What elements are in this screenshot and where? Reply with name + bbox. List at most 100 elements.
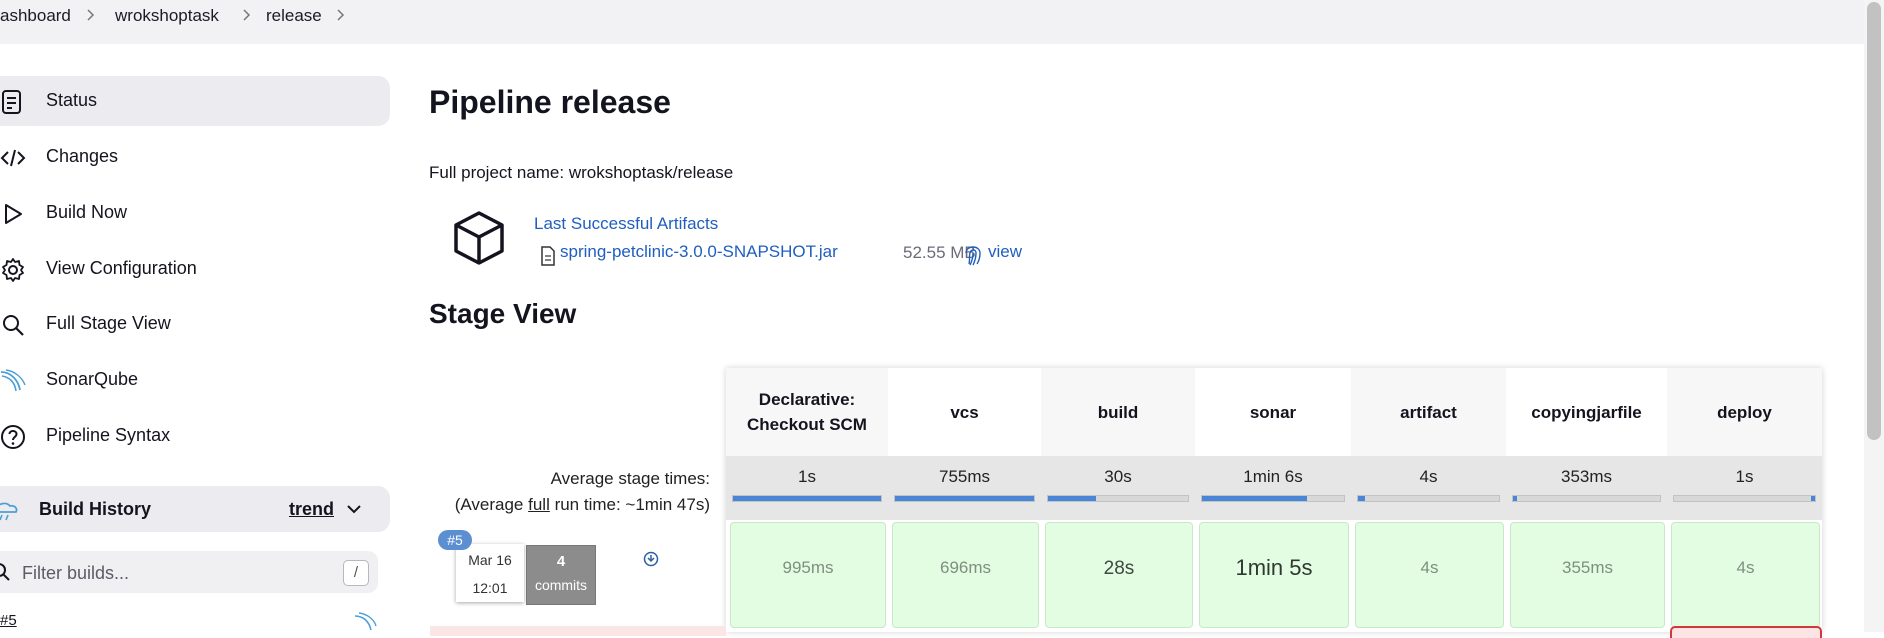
stage-avg-progress [1512,495,1661,502]
stage-avg-progress-fill [733,496,881,501]
sidebar-item-sonarqube[interactable]: SonarQube [0,355,390,405]
stage-avg-cell: 1s [726,456,888,520]
stage-header-copyingjarfile: copyingjarfile [1506,368,1667,456]
sidebar-item-build-now[interactable]: Build Now [0,188,390,238]
stage-avg-progress [894,495,1035,502]
artifact-file-link[interactable]: spring-petclinic-3.0.0-SNAPSHOT.jar [560,242,838,262]
build-history-title: Build History [39,499,152,519]
fingerprint-icon [963,244,983,266]
gear-icon [0,257,26,283]
stage-run-cell[interactable]: 28s [1045,522,1193,628]
scrollbar-thumb[interactable] [1867,2,1881,440]
sidebar-item-label: Pipeline Syntax [46,425,171,445]
full-project-name: Full project name: wrokshoptask/release [429,163,734,182]
sidebar-item-label: View Configuration [46,258,197,278]
chevron-right-icon [86,6,96,24]
stage-avg-progress [1047,495,1189,502]
avg-label-prefix: (Average [454,495,529,514]
next-build-row [430,626,726,636]
trend-link[interactable]: trend [289,499,334,520]
fingerprint-view-link[interactable]: view [988,242,1022,262]
build-history-item[interactable]: #5 [0,612,17,629]
package-icon [452,210,506,266]
breadcrumb-release[interactable]: release [266,6,322,26]
stage-header-artifact: artifact [1351,368,1506,456]
chevron-down-icon[interactable] [345,502,363,516]
stage-header-sonar: sonar [1195,368,1351,456]
stage-run-cell[interactable]: 696ms [892,522,1039,628]
stage-avg-cell: 755ms [888,456,1041,520]
stage-avg-time: 1min 6s [1243,467,1303,486]
stage-view-title: Stage View [429,298,577,329]
stage-run-duration: 4s [1420,558,1439,577]
sidebar-item-view-configuration[interactable]: View Configuration [0,244,390,294]
stage-avg-progress [1357,495,1500,502]
filter-builds-input[interactable] [20,559,314,587]
chevron-right-icon[interactable] [336,6,346,24]
stage-avg-progress [732,495,882,502]
sidebar-item-label: Build Now [46,202,128,222]
stage-avg-time: 1s [1735,467,1754,486]
last-successful-artifacts-link[interactable]: Last Successful Artifacts [534,214,718,234]
help-icon [0,424,26,450]
weather-rain-icon [0,498,22,522]
stage-avg-progress-fill [1048,496,1096,501]
page-title: Pipeline release [429,84,671,120]
sidebar-item-label: Full Stage View [46,313,171,333]
stage-avg-time: 755ms [938,467,991,486]
sidebar-item-changes[interactable]: Changes [0,132,390,182]
build-date-box: Mar 16 12:01 [456,544,524,602]
stage-avg-progress [1201,495,1345,502]
stage-avg-progress-fill [1358,496,1366,501]
stage-avg-time: 30s [1104,467,1132,486]
play-icon [0,201,26,227]
status-document-icon [0,89,26,115]
sidebar-item-pipeline-syntax[interactable]: Pipeline Syntax [0,411,390,461]
stage-avg-time: 353ms [1560,467,1613,486]
sidebar-item-label: Status [46,90,98,110]
stage-avg-cell: 1s [1667,456,1822,520]
build-date: Mar 16 [468,552,512,568]
stage-header-build: build [1041,368,1195,456]
stage-avg-cell: 353ms [1506,456,1667,520]
full-run-time-link[interactable]: full [528,495,550,514]
build-number-badge[interactable]: #5 [438,530,472,550]
stage-run-duration: 995ms [782,558,834,577]
stage-avg-cell: 4s [1351,456,1506,520]
stage-avg-progress [1673,495,1816,502]
commits-count: 4 [556,553,566,570]
stage-avg-cell: 1min 6s [1195,456,1351,520]
sidebar-item-label: Changes [46,146,119,166]
stage-run-cell[interactable]: 4s [1671,522,1820,628]
search-icon [0,561,12,583]
stage-header-deploy: deploy [1667,368,1822,456]
build-history-panel: Build History trend [0,486,390,532]
stage-run-cell[interactable]: 4s [1355,522,1504,628]
failed-stage-cell[interactable] [1670,626,1822,638]
sidebar-item-full-stage-view[interactable]: Full Stage View [0,299,390,349]
stage-avg-progress-fill [895,496,1034,501]
search-icon [0,312,26,338]
file-icon [540,246,556,266]
chevron-right-icon [242,6,252,24]
breadcrumb-dashboard[interactable]: ashboard [0,6,71,26]
average-stage-times-label: Average stage times: (Average full run t… [430,466,710,518]
stage-run-cell[interactable]: 995ms [730,522,886,628]
breadcrumb-wrokshoptask[interactable]: wrokshoptask [115,6,219,26]
stage-avg-progress-fill [1513,496,1518,501]
download-circle-icon[interactable] [643,551,659,567]
stage-run-duration: 28s [1103,558,1135,579]
stage-run-cell[interactable]: 1min 5s [1199,522,1349,628]
sonarqube-icon [0,368,26,394]
build-time: 12:01 [472,580,508,596]
shortcut-key-badge: / [343,560,369,586]
commits-badge[interactable]: 4 commits [526,545,596,605]
stage-run-duration: 696ms [939,558,992,577]
sidebar-item-status[interactable]: Status [0,76,390,126]
breadcrumb: ashboard wrokshoptask release [0,0,1864,44]
avg-label-line1: Average stage times: [550,469,710,488]
stage-run-cell[interactable]: 355ms [1510,522,1665,628]
stage-header-declarative-checkout-scm: Declarative: Checkout SCM [726,368,888,456]
commits-label: commits [534,577,588,593]
sonarqube-icon[interactable] [354,612,378,631]
